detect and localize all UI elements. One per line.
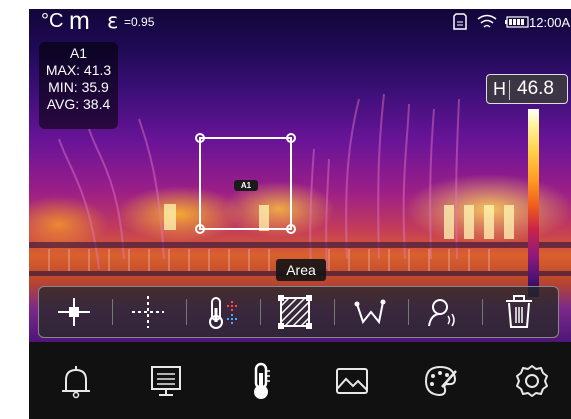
measurement-name: A1: [69, 45, 88, 61]
color-scale-bar: [528, 109, 539, 297]
divider: [260, 299, 261, 325]
thermal-camera-screen: °C m ε =0.95 12:00AM A1 MAX: 41.3 MIN: 3…: [29, 9, 571, 419]
measurement-max: MAX: 41.3: [45, 62, 112, 78]
divider: [186, 299, 187, 325]
measurement-avg: AVG: 38.4: [46, 96, 111, 112]
measure-tool-strip: [38, 286, 559, 338]
battery-icon: [505, 16, 529, 28]
cross-cursor-icon: [132, 296, 164, 328]
delete-tool[interactable]: [487, 290, 551, 334]
thermometer-probe-icon: [209, 297, 237, 329]
monitor-icon: [150, 365, 181, 396]
status-bar: °C m ε =0.95 12:00AM: [29, 9, 571, 35]
line-measure-icon: [354, 299, 386, 325]
sd-card-icon: [453, 13, 467, 30]
measurement-min: MIN: 35.9: [48, 79, 109, 95]
nav-measure[interactable]: [222, 342, 299, 419]
nav-alarm[interactable]: [37, 342, 114, 419]
divider: [408, 299, 409, 325]
nav-display[interactable]: [127, 342, 204, 419]
divider: [509, 80, 510, 100]
divider: [334, 299, 335, 325]
area-tag: A1: [234, 180, 258, 191]
divider: [112, 299, 113, 325]
nav-settings[interactable]: [493, 342, 570, 419]
thermometer-probe-tool[interactable]: [189, 290, 253, 334]
user-alert-icon: [428, 299, 455, 327]
trash-icon: [506, 295, 532, 328]
image-icon: [335, 367, 368, 394]
nav-palette[interactable]: [401, 342, 478, 419]
clock: 12:00AM: [529, 15, 571, 30]
wifi-icon: [477, 14, 497, 28]
cross-cursor-tool[interactable]: [116, 290, 180, 334]
mode-indicator: m: [69, 9, 90, 35]
bell-icon: [61, 365, 90, 398]
emissivity-symbol: ε: [107, 9, 119, 33]
thermometer-icon: [253, 362, 270, 399]
resize-handle-bottom-right[interactable]: [286, 224, 296, 234]
center-point-tool[interactable]: [42, 290, 106, 334]
temperature-unit: °C: [41, 10, 64, 32]
resize-handle-top-right[interactable]: [286, 133, 296, 143]
settings-gear-icon: [515, 364, 548, 397]
high-label: H: [493, 79, 506, 99]
high-temp-readout[interactable]: H 46.8: [486, 74, 568, 104]
resize-handle-bottom-left[interactable]: [195, 224, 205, 234]
line-measure-tool[interactable]: [337, 290, 401, 334]
resize-handle-top-left[interactable]: [195, 133, 205, 143]
bottom-nav: [29, 342, 571, 419]
nav-gallery[interactable]: [313, 342, 390, 419]
palette-icon: [424, 365, 457, 396]
user-alert-tool[interactable]: [411, 290, 475, 334]
measurement-readout: A1 MAX: 41.3 MIN: 35.9 AVG: 38.4: [39, 42, 118, 129]
high-temp-value: 46.8: [517, 78, 554, 99]
area-box-icon: [278, 295, 312, 329]
tool-tooltip: Area: [276, 259, 326, 281]
emissivity-value: =0.95: [124, 15, 155, 29]
area-box-tool[interactable]: [263, 290, 327, 334]
center-point-icon: [58, 298, 90, 326]
divider: [482, 299, 483, 325]
